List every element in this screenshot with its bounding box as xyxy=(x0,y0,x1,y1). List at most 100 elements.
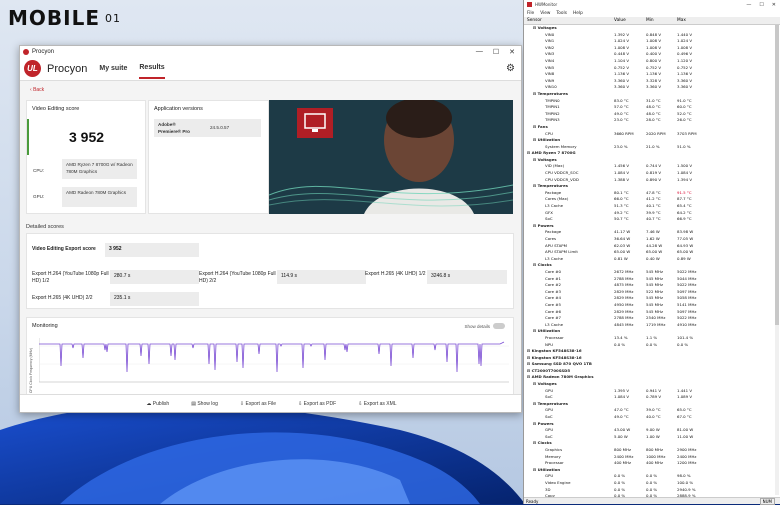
minimize-icon[interactable]: — xyxy=(746,2,751,8)
sensor-row[interactable]: CPU 3660 RPM 2020 RPM 3703 RPM xyxy=(524,131,780,138)
sensor-group[interactable]: ⊟ CT2000T700SSD5 xyxy=(524,368,780,375)
col-max[interactable]: Max xyxy=(677,18,686,23)
sensor-group[interactable]: ⊟ Kingston KF548S38-16 xyxy=(524,355,780,362)
sensor-row[interactable]: Memory 2400 MHz 1000 MHz 2400 MHz xyxy=(524,454,780,461)
sensor-row[interactable]: TMPIN2 49.0 °C 48.0 °C 52.0 °C xyxy=(524,111,780,118)
sensor-row[interactable]: VIN2 1.008 V 1.008 V 1.008 V xyxy=(524,45,780,52)
menu-help[interactable]: Help xyxy=(573,11,583,16)
sensor-row[interactable]: APU STAPM Limit 65.00 W 65.00 W 65.00 W xyxy=(524,249,780,256)
sensor-row[interactable]: NPU 0.0 % 0.0 % 0.0 % xyxy=(524,342,780,349)
back-link[interactable]: ‹ Back xyxy=(30,87,44,93)
sensor-row[interactable]: GPU 47.0 °C 39.0 °C 65.0 °C xyxy=(524,407,780,414)
sensor-group[interactable]: ⊟ Powers xyxy=(524,223,780,230)
sensor-row[interactable]: VIN1 1.024 V 1.008 V 1.024 V xyxy=(524,38,780,45)
sensor-row[interactable]: Core #1 2788 MHz 545 MHz 5044 MHz xyxy=(524,276,780,283)
sensor-row[interactable]: Core #7 2788 MHz 2540 MHz 5022 MHz xyxy=(524,315,780,322)
sensor-name: Graphics xyxy=(545,447,563,452)
menu-tools[interactable]: Tools xyxy=(556,11,567,16)
sensor-row[interactable]: TMPIN3 23.0 °C 28.0 °C 26.0 °C xyxy=(524,117,780,124)
sensor-row[interactable]: GFX 49.2 °C 39.9 °C 64.2 °C xyxy=(524,210,780,217)
sensor-row[interactable]: VIN0 1.392 V 0.848 V 1.440 V xyxy=(524,32,780,39)
tab-results[interactable]: Results xyxy=(139,58,165,79)
menu-file[interactable]: File xyxy=(527,11,534,16)
sensor-row[interactable]: Core #3 2829 MHz 522 MHz 5097 MHz xyxy=(524,289,780,296)
sensor-row[interactable]: VID (Max) 1.456 V 0.744 V 1.500 V xyxy=(524,163,780,170)
sensor-row[interactable]: GPU 43.00 W 9.00 W 81.00 W xyxy=(524,427,780,434)
sensor-group[interactable]: ⊟ Clocks xyxy=(524,262,780,269)
sensor-row[interactable]: CPU VDDCR_SOC 1.084 V 0.819 V 1.084 V xyxy=(524,170,780,177)
sensor-row[interactable]: SoC 49.0 °C 40.0 °C 67.0 °C xyxy=(524,414,780,421)
show-log-button[interactable]: ▤ Show log xyxy=(191,401,218,407)
sensor-row[interactable]: L3 Cache 0.81 W 0.40 W 0.89 W xyxy=(524,256,780,263)
sensor-group[interactable]: ⊟ Utilization xyxy=(524,467,780,474)
export-pdf-button[interactable]: ⇩ Export as PDF xyxy=(298,401,336,407)
sensor-row[interactable]: 3D 0.0 % 0.0 % 2940.9 % xyxy=(524,487,780,494)
scrollbar-thumb[interactable] xyxy=(775,25,779,325)
sensor-group[interactable]: ⊟ Clocks xyxy=(524,440,780,447)
close-icon[interactable]: ✕ xyxy=(509,48,515,56)
maximize-icon[interactable]: ☐ xyxy=(493,48,499,56)
sensor-group[interactable]: ⊟ AMD Radeon 780M Graphics xyxy=(524,374,780,381)
sensor-group[interactable]: ⊟ Temperatures xyxy=(524,401,780,408)
sensor-row[interactable]: Core #2 4875 MHz 545 MHz 5022 MHz xyxy=(524,282,780,289)
show-details-toggle[interactable]: Show details xyxy=(464,323,505,329)
sensor-value: 57.0 °C xyxy=(614,104,629,110)
sensor-group[interactable]: ⊟ Fans xyxy=(524,124,780,131)
sensor-group[interactable]: ⊟ Temperatures xyxy=(524,183,780,190)
col-min[interactable]: Min xyxy=(646,18,654,23)
sensor-row[interactable]: Core #5 4950 MHz 545 MHz 5141 MHz xyxy=(524,302,780,309)
sensor-group[interactable]: ⊟ Powers xyxy=(524,421,780,428)
sensor-group[interactable]: ⊟ AMD Ryzen 7 8700G xyxy=(524,150,780,157)
sensor-row[interactable]: SoC 5.00 W 1.00 W 11.00 W xyxy=(524,434,780,441)
col-value[interactable]: Value xyxy=(614,18,626,23)
gear-icon[interactable]: ⚙ xyxy=(506,63,515,74)
export-file-button[interactable]: ⇩ Export as File xyxy=(240,401,276,407)
sensor-row[interactable]: Package 41.17 W 7.46 W 83.98 W xyxy=(524,229,780,236)
sensor-group[interactable]: ⊟ Voltages xyxy=(524,25,780,32)
sensor-row[interactable]: L3 Cache 51.3 °C 40.1 °C 65.4 °C xyxy=(524,203,780,210)
sensor-group[interactable]: ⊟ Utilization xyxy=(524,137,780,144)
sensor-row[interactable]: Video Engine 0.0 % 0.0 % 100.0 % xyxy=(524,480,780,487)
sensor-row[interactable]: Processor 13.4 % 1.1 % 101.4 % xyxy=(524,335,780,342)
sensor-row[interactable]: TMPIN0 83.0 °C 31.0 °C 91.0 °C xyxy=(524,98,780,105)
sensor-row[interactable]: Processor 400 MHz 400 MHz 1200 MHz xyxy=(524,460,780,467)
toggle-switch[interactable] xyxy=(493,323,505,329)
sensor-row[interactable]: Package 80.1 °C 47.8 °C 91.5 °C xyxy=(524,190,780,197)
sensor-group[interactable]: ⊟ Kingston KF548S38-16 xyxy=(524,348,780,355)
minimize-icon[interactable]: — xyxy=(476,48,483,56)
sensor-row[interactable]: VIN3 0.448 V 0.400 V 0.496 V xyxy=(524,51,780,58)
sensor-row[interactable]: SoC 50.7 °C 40.7 °C 66.9 °C xyxy=(524,216,780,223)
publish-button[interactable]: ☁ Publish xyxy=(146,401,169,407)
sensor-row[interactable]: VIN8 1.136 V 1.136 V 1.136 V xyxy=(524,71,780,78)
menu-view[interactable]: View xyxy=(540,11,550,16)
sensor-group[interactable]: ⊟ Voltages xyxy=(524,157,780,164)
sensor-row[interactable]: Cores 36.64 W 1.62 W 77.05 W xyxy=(524,236,780,243)
sensor-row[interactable]: Graphics 800 MHz 800 MHz 2900 MHz xyxy=(524,447,780,454)
sensor-group[interactable]: ⊟ Temperatures xyxy=(524,91,780,98)
sensor-row[interactable]: L3 Cache 4845 MHz 1719 MHz 4910 MHz xyxy=(524,322,780,329)
sensor-row[interactable]: CPU VDDCR_VDD 1.388 V 0.890 V 1.394 V xyxy=(524,177,780,184)
sensor-row[interactable]: System Memory 23.0 % 21.0 % 51.0 % xyxy=(524,144,780,151)
export-xml-button[interactable]: ⇩ Export as XML xyxy=(358,401,396,407)
sensor-row[interactable]: VIN10 3.360 V 3.360 V 3.360 V xyxy=(524,84,780,91)
sensor-row[interactable]: VIN9 3.360 V 3.328 V 3.360 V xyxy=(524,78,780,85)
sensor-group[interactable]: ⊟ Utilization xyxy=(524,328,780,335)
sensor-row[interactable]: Cores (Max) 66.0 °C 41.2 °C 87.7 °C xyxy=(524,196,780,203)
sensor-group[interactable]: ⊟ Samsung SSD 870 QVO 1TB xyxy=(524,361,780,368)
sensor-row[interactable]: APU STAPM 62.03 W 44.28 W 64.93 W xyxy=(524,243,780,250)
maximize-icon[interactable]: ☐ xyxy=(759,2,763,8)
sensor-row[interactable]: VIN4 1.104 V 0.800 V 1.120 V xyxy=(524,58,780,65)
sensor-row[interactable]: SoC 1.084 V 0.789 V 1.089 V xyxy=(524,394,780,401)
sensor-row[interactable]: Core #6 2829 MHz 545 MHz 5097 MHz xyxy=(524,309,780,316)
sensor-row[interactable]: Core #0 2672 MHz 545 MHz 5022 MHz xyxy=(524,269,780,276)
col-sensor[interactable]: Sensor xyxy=(527,18,542,23)
tab-my-suite[interactable]: My suite xyxy=(99,59,127,78)
sensor-row[interactable]: TMPIN1 57.0 °C 48.0 °C 60.0 °C xyxy=(524,104,780,111)
sensor-row[interactable]: GPU 1.395 V 0.941 V 1.441 V xyxy=(524,388,780,395)
sensor-group[interactable]: ⊟ Voltages xyxy=(524,381,780,388)
scrollbar[interactable] xyxy=(775,25,779,495)
close-icon[interactable]: ✕ xyxy=(772,2,776,8)
sensor-row[interactable]: GPU 0.0 % 0.0 % 98.0 % xyxy=(524,473,780,480)
sensor-row[interactable]: Core #4 2829 MHz 545 MHz 5058 MHz xyxy=(524,295,780,302)
sensor-row[interactable]: VIN5 0.752 V 0.752 V 0.752 V xyxy=(524,65,780,72)
